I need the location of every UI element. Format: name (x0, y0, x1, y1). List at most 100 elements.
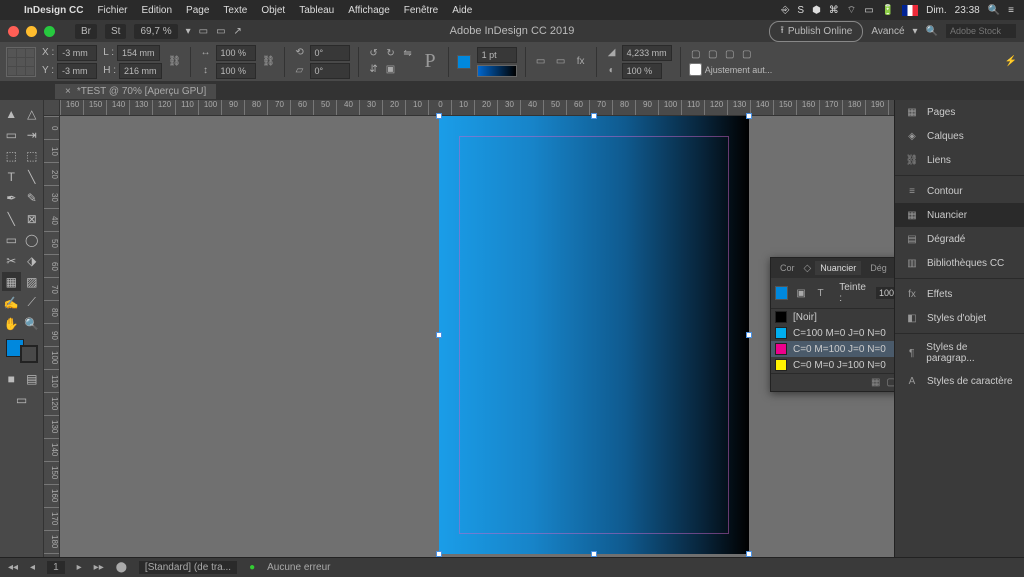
swatch-type-icon[interactable]: ▣ (794, 286, 807, 300)
view-toggle-icon[interactable]: ▭ (199, 26, 208, 37)
menu-objet[interactable]: Objet (261, 5, 285, 16)
frame-icon[interactable]: ▭ (534, 55, 548, 69)
rotate-field[interactable]: 0° (310, 45, 350, 61)
gradient-swatch-tool[interactable]: ▦ (2, 272, 21, 291)
document-tab[interactable]: × *TEST @ 70% [Aperçu GPU] (55, 84, 216, 99)
panel-biblio[interactable]: ▥Bibliothèques CC (895, 251, 1024, 275)
gradient-feather-tool[interactable]: ▨ (23, 272, 42, 291)
bridge-button[interactable]: Br (75, 24, 97, 39)
swatch-row[interactable]: C=0 M=100 J=0 N=0⊠ ▦ (771, 341, 894, 357)
scissors-tool[interactable]: ✂ (2, 251, 21, 270)
apply-gradient[interactable]: ▤ (23, 369, 42, 388)
battery-icon[interactable]: 🔋 (882, 5, 894, 16)
swatch-row[interactable]: [Noir]⊠ ▦ (771, 309, 894, 325)
eyedropper-tool[interactable]: ⟋ (23, 293, 42, 312)
ruler-vertical[interactable]: 0102030405060708090100110120130140150160… (44, 116, 60, 557)
align-icon[interactable]: ▣ (384, 63, 398, 77)
flag-fr-icon[interactable] (902, 5, 918, 16)
type-tool[interactable]: T (2, 167, 21, 186)
stroke-style-field[interactable] (477, 65, 517, 77)
new-folder-icon[interactable]: ▢ (886, 377, 894, 388)
dropdown-icon[interactable]: ▾ (913, 26, 918, 37)
flip-h-icon[interactable]: ⇋ (401, 47, 415, 61)
menu-page[interactable]: Page (186, 5, 209, 16)
zoom-dropdown-icon[interactable]: ▾ (186, 26, 191, 37)
close-tab-icon[interactable]: × (65, 86, 71, 97)
corner-radius-field[interactable]: 4,233 mm (622, 45, 672, 61)
wifi-icon[interactable]: ⌔ (847, 4, 856, 17)
preflight-profile[interactable]: [Standard] (de tra... (139, 561, 237, 574)
content-placer-tool[interactable]: ⬚ (23, 146, 42, 165)
fill-stroke-tool[interactable] (6, 339, 38, 363)
page-nav-prev[interactable]: ◂◂ (8, 562, 18, 573)
rotate-ccw-icon[interactable]: ↺ (367, 47, 381, 61)
zoom-tool[interactable]: 🔍 (23, 314, 42, 333)
status-icon[interactable]: ⎆ (781, 5, 789, 16)
wrap-icon[interactable]: ▢ (740, 47, 754, 61)
menu-affichage[interactable]: Affichage (348, 5, 390, 16)
paragraph-icon[interactable]: P (421, 50, 440, 73)
flyout-icon[interactable]: ⚡ (1004, 55, 1018, 69)
workspace-selector[interactable]: Avancé (871, 26, 904, 37)
arrange-icon[interactable]: ↗ (234, 26, 242, 37)
swatch-row[interactable]: C=0 M=0 J=100 N=0⊠ ▦ (771, 357, 894, 373)
screen-mode[interactable]: ▭ (2, 390, 41, 409)
frame-icon[interactable]: ▭ (554, 55, 568, 69)
maximize-window[interactable] (44, 26, 55, 37)
panel-calques[interactable]: ◈Calques (895, 124, 1024, 148)
menu-tableau[interactable]: Tableau (299, 5, 334, 16)
status-icon[interactable]: S (797, 5, 804, 16)
shear-field[interactable]: 0° (310, 63, 350, 79)
scale-y-field[interactable]: 100 % (216, 63, 256, 79)
panel-styles-para[interactable]: ¶Styles de paragrap... (895, 337, 1024, 369)
status-icon[interactable]: ⬢ (812, 5, 821, 16)
spotlight-icon[interactable]: 🔍 (988, 5, 1000, 16)
panel-contour[interactable]: ≡Contour (895, 179, 1024, 203)
teinte-field[interactable]: 100 (876, 287, 894, 299)
h-field[interactable]: 216 mm (119, 63, 162, 79)
canvas-area[interactable]: 1601501401301201101009080706050403020100… (44, 100, 894, 557)
selection-tool[interactable]: ▲ (2, 104, 21, 123)
publish-online-button[interactable]: ⭱ Publish Online (769, 21, 863, 42)
link-dimensions-icon[interactable]: ⛓ (168, 55, 182, 69)
panel-effets[interactable]: fxEffets (895, 282, 1024, 306)
menu-fenetre[interactable]: Fenêtre (404, 5, 438, 16)
scale-x-field[interactable]: 100 % (216, 45, 256, 61)
fill-swatch[interactable] (457, 55, 471, 69)
y-field[interactable]: -3 mm (57, 63, 97, 79)
zoom-level[interactable]: 69,7 % (134, 24, 177, 39)
x-field[interactable]: -3 mm (57, 45, 97, 61)
flip-v-icon[interactable]: ⇵ (367, 63, 381, 77)
swatch-text-icon[interactable]: T (814, 286, 827, 300)
stock-button[interactable]: St (105, 24, 126, 39)
rectangle-tool[interactable]: ▭ (2, 230, 21, 249)
status-icon[interactable]: ⌘ (829, 5, 839, 16)
panel-styles-objet[interactable]: ◧Styles d'objet (895, 306, 1024, 330)
free-transform-tool[interactable]: ⬗ (23, 251, 42, 270)
content-collector-tool[interactable]: ⬚ (2, 146, 21, 165)
hand-tool[interactable]: ✋ (2, 314, 21, 333)
page-artboard[interactable] (439, 116, 749, 554)
panel-tab-degrade[interactable]: Dég (865, 261, 892, 275)
notification-icon[interactable]: ≡ (1008, 5, 1014, 16)
link-scale-icon[interactable]: ⛓ (262, 55, 276, 69)
adjust-checkbox[interactable] (689, 63, 702, 76)
swatch-view-icon[interactable]: ▦ (871, 377, 880, 388)
swatches-panel[interactable]: Cor ◇ Nuancier Dég Bibl » ≡ ▣ T Teinte :… (770, 257, 894, 392)
stock-search-input[interactable] (946, 24, 1016, 38)
wrap-icon[interactable]: ▢ (689, 47, 703, 61)
page-nav-prev-one[interactable]: ◂ (30, 562, 35, 573)
ruler-origin[interactable] (44, 100, 60, 116)
app-name[interactable]: InDesign CC (24, 5, 83, 16)
line-tool[interactable]: ╲ (2, 209, 21, 228)
panel-nuancier[interactable]: ▦Nuancier (895, 203, 1024, 227)
opacity-field[interactable]: 100 % (622, 63, 662, 79)
menu-edition[interactable]: Edition (141, 5, 172, 16)
page-nav-next[interactable]: ▸▸ (94, 562, 104, 573)
note-tool[interactable]: ✍ (2, 293, 21, 312)
fx-icon[interactable]: fx (574, 55, 588, 69)
menu-texte[interactable]: Texte (223, 5, 247, 16)
rectangle-frame-tool[interactable]: ⊠ (23, 209, 42, 228)
minimize-window[interactable] (26, 26, 37, 37)
swatch-row[interactable]: C=100 M=0 J=0 N=0⊠ ▦ (771, 325, 894, 341)
